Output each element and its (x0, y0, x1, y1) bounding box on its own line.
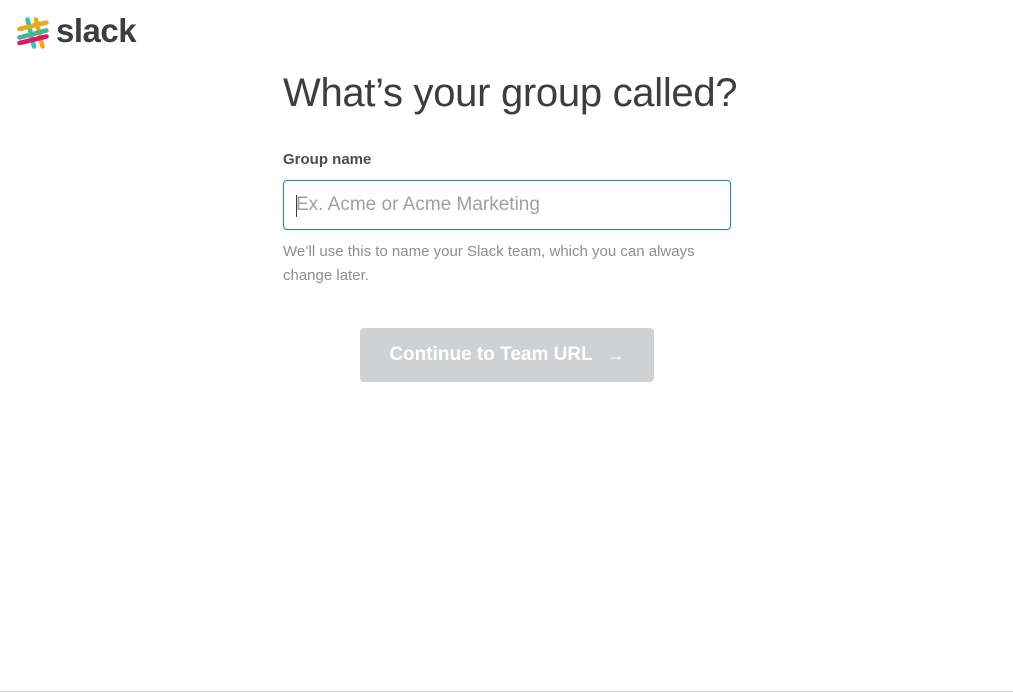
group-name-label: Group name (283, 151, 372, 168)
group-name-form: What’s your group called? Group name We’… (283, 64, 738, 382)
continue-button[interactable]: Continue to Team URL → (360, 328, 654, 382)
text-cursor (296, 195, 297, 217)
group-name-field[interactable] (283, 180, 731, 230)
page-title: What’s your group called? (283, 71, 738, 115)
continue-button-label: Continue to Team URL (389, 344, 593, 365)
actions-row: Continue to Team URL → (283, 328, 731, 382)
group-name-hint: We’ll use this to name your Slack team, … (283, 243, 695, 284)
signup-page: slack What’s your group called? Group na… (0, 0, 1013, 692)
group-name-input[interactable] (284, 181, 730, 229)
slack-hash-icon (17, 17, 49, 49)
arrow-right-icon: → (606, 345, 625, 365)
slack-logo[interactable]: slack (16, 12, 137, 52)
logo-wordmark: slack (56, 12, 137, 49)
